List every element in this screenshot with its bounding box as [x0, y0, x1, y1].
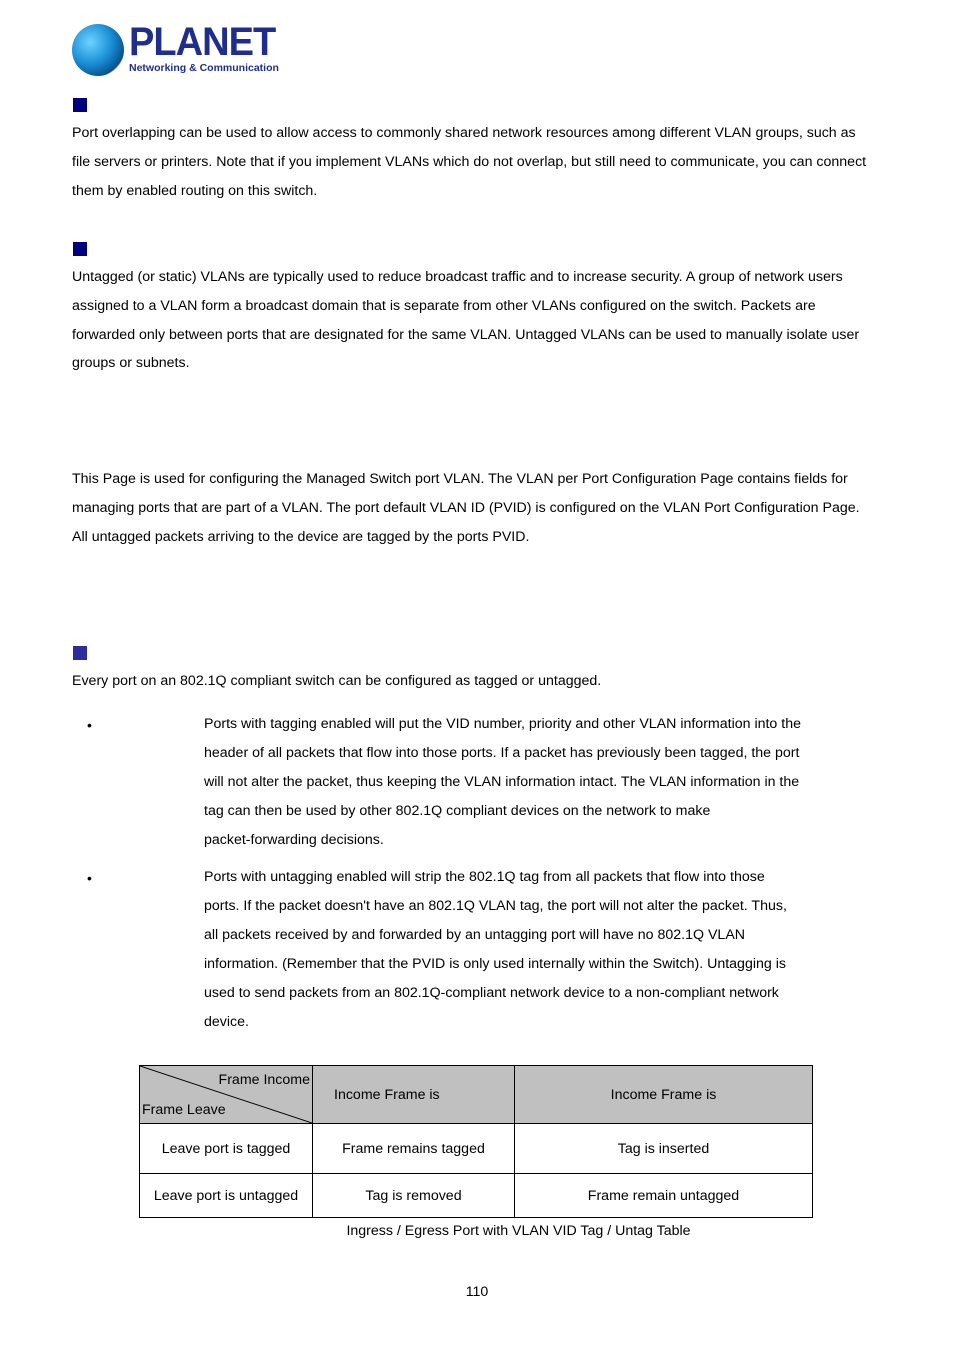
text-line: All untagged packets arriving to the dev… — [72, 528, 530, 545]
vlan-tag-table: Frame Income Frame Leave Income Frame is… — [139, 1065, 813, 1218]
bullet-untagged-text: Ports with untagging enabled will strip … — [204, 863, 814, 1037]
text-line: assigned to a VLAN form a broadcast doma… — [72, 297, 816, 314]
table-cell: Frame remains tagged — [312, 1123, 515, 1174]
section-3-paragraph: This Page is used for configuring the Ma… — [72, 465, 892, 551]
text-line: file servers or printers. Note that if y… — [72, 153, 867, 170]
square-bullet-icon — [73, 98, 87, 112]
section-4-paragraph: Every port on an 802.1Q compliant switch… — [72, 667, 892, 696]
header-cell: Income Frame is — [312, 1065, 515, 1124]
logo-tagline: Networking & Communication — [129, 62, 279, 74]
table-row: Leave port is untagged Tag is removed Fr… — [139, 1173, 813, 1218]
text-line: all packets received by and forwarded by… — [204, 927, 746, 943]
bullet-dot-icon: • — [87, 870, 92, 886]
text-line: Port overlapping can be used to allow ac… — [72, 125, 856, 141]
logo-brand: PLANET — [129, 20, 276, 64]
table-caption: Ingress / Egress Port with VLAN VID Tag … — [346, 1223, 691, 1239]
text-line: will not alter the packet, thus keeping … — [204, 774, 800, 790]
globe-icon — [72, 24, 124, 76]
planet-logo: PLANET Networking & Communication — [72, 20, 279, 78]
text-line: managing ports that are part of a VLAN. … — [72, 499, 860, 516]
header-text: Income Frame is — [334, 1086, 440, 1103]
text-line: This Page is used for configuring the Ma… — [72, 471, 848, 487]
text-line: packet-forwarding decisions. — [204, 832, 384, 848]
header-cell: Income Frame is — [514, 1065, 813, 1124]
text-line: ports. If the packet doesn't have an 802… — [204, 898, 787, 914]
square-bullet-icon — [73, 646, 87, 660]
table-header-row: Frame Income Frame Leave Income Frame is… — [139, 1065, 813, 1124]
bullet-dot-icon: • — [87, 717, 92, 733]
text-line: information. (Remember that the PVID is … — [204, 956, 786, 972]
table-cell: Leave port is tagged — [139, 1123, 313, 1174]
text-line: Ports with tagging enabled will put the … — [204, 716, 801, 732]
bullet-tagged-text: Ports with tagging enabled will put the … — [204, 710, 814, 855]
text-line: forwarded only between ports that are de… — [72, 326, 860, 343]
text-line: header of all packets that flow into tho… — [204, 745, 800, 761]
text-line: Every port on an 802.1Q compliant switch… — [72, 673, 602, 689]
text-line: groups or subnets. — [72, 355, 190, 372]
table-row: Leave port is tagged Frame remains tagge… — [139, 1123, 813, 1174]
section-2-paragraph: Untagged (or static) VLANs are typically… — [72, 263, 892, 378]
diagonal-header-cell: Frame Income Frame Leave — [139, 1065, 313, 1124]
table-cell: Leave port is untagged — [139, 1173, 313, 1218]
table-cell: Tag is inserted — [514, 1123, 813, 1174]
square-bullet-icon — [73, 242, 87, 256]
text-line: used to send packets from an 802.1Q-comp… — [204, 985, 779, 1001]
table-cell: Tag is removed — [312, 1173, 515, 1218]
page-number: 110 — [465, 1284, 489, 1300]
text-line: Untagged (or static) VLANs are typically… — [72, 269, 843, 285]
section-1-paragraph: Port overlapping can be used to allow ac… — [72, 119, 892, 205]
text-line: them by enabled routing on this switch. — [72, 182, 318, 199]
table-cell: Frame remain untagged — [514, 1173, 813, 1218]
corner-label-leave: Frame Leave — [142, 1102, 226, 1118]
text-line: tag can then be used by other 802.1Q com… — [204, 803, 711, 819]
text-line: Ports with untagging enabled will strip … — [204, 869, 765, 885]
corner-label-income: Frame Income — [218, 1072, 310, 1088]
text-line: device. — [204, 1014, 249, 1030]
